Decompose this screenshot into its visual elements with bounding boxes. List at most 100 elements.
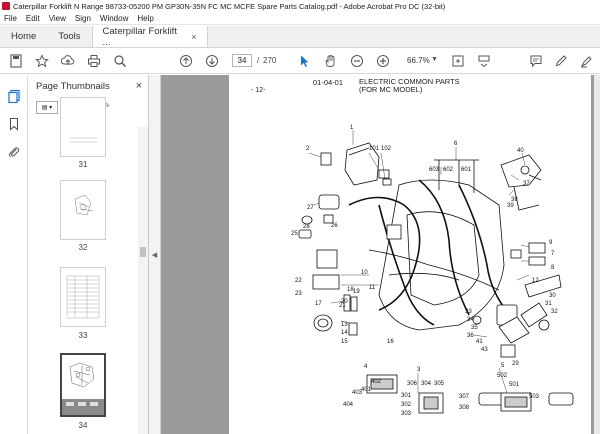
highlight-icon[interactable] [578, 53, 594, 69]
svg-text:404: 404 [343, 402, 354, 408]
collapse-panel-icon[interactable]: ◀ [152, 251, 157, 259]
svg-text:19: 19 [353, 289, 360, 295]
svg-text:8: 8 [551, 265, 555, 271]
hand-icon[interactable] [322, 53, 338, 69]
thumbnail-page-31[interactable] [60, 97, 106, 157]
pen-icon[interactable] [553, 53, 569, 69]
svg-text:101: 101 [369, 146, 380, 152]
svg-text:2: 2 [306, 146, 310, 152]
thumbnail-page-34[interactable] [60, 353, 106, 417]
tab-home[interactable]: Home [0, 26, 47, 47]
svg-text:39: 39 [507, 203, 514, 209]
svg-text:402: 402 [371, 379, 382, 385]
menu-file[interactable]: File [4, 14, 17, 23]
save-icon[interactable] [8, 53, 24, 69]
upload-icon[interactable] [60, 53, 76, 69]
page-number-input[interactable]: 34 [232, 54, 252, 67]
zoom-in-icon[interactable] [375, 53, 391, 69]
scroll-mode-icon[interactable] [476, 53, 492, 69]
tab-close-icon[interactable]: × [191, 32, 196, 42]
svg-text:5: 5 [501, 363, 505, 369]
svg-text:23: 23 [295, 291, 302, 297]
svg-text:40: 40 [517, 148, 524, 154]
main-toolbar: 34 / 270 66.7% ▼ [0, 48, 600, 74]
page-thumbnails-panel: Page Thumbnails × ▤ ▾ 🗑 ↶ ↷ 31 32 33 34 [28, 75, 149, 434]
thumbnails-close-icon[interactable]: × [136, 80, 142, 92]
zoom-level-field[interactable]: 66.7% [407, 56, 430, 65]
menu-edit[interactable]: Edit [26, 14, 40, 23]
thumbnails-header: Page Thumbnails × [28, 75, 148, 97]
svg-text:302: 302 [401, 402, 412, 408]
zoom-dropdown-icon[interactable]: ▼ [431, 56, 438, 63]
svg-text:7: 7 [551, 251, 555, 257]
svg-text:29: 29 [512, 361, 519, 367]
search-zoom-icon[interactable] [112, 53, 128, 69]
tab-tools[interactable]: Tools [47, 26, 91, 47]
svg-text:502: 502 [497, 373, 508, 379]
svg-text:21: 21 [339, 303, 346, 309]
svg-text:501: 501 [509, 382, 520, 388]
svg-text:12: 12 [532, 278, 539, 284]
svg-text:305: 305 [434, 381, 445, 387]
page-up-icon[interactable] [178, 53, 194, 69]
thumbnail-label-34: 34 [78, 421, 88, 430]
svg-text:102: 102 [381, 146, 392, 152]
bookmark-star-icon[interactable] [34, 53, 50, 69]
svg-text:1: 1 [350, 125, 354, 131]
document-scrollbar[interactable] [594, 75, 600, 434]
thumbnail-options-dropdown[interactable]: ▤ ▾ [36, 100, 58, 114]
thumbnail-label-33: 33 [78, 331, 88, 340]
thumbnail-page-32[interactable] [60, 180, 106, 240]
tab-document[interactable]: Caterpillar Forklift ... × [91, 26, 208, 48]
svg-text:11: 11 [369, 285, 376, 291]
window-title: Caterpillar Forklift N Range 98733-05200… [13, 1, 446, 11]
svg-text:304: 304 [421, 381, 432, 387]
thumbnail-label-32: 32 [78, 243, 88, 252]
svg-text:603: 603 [429, 167, 440, 173]
thumbnails-scroll-thumb[interactable] [140, 247, 146, 257]
svg-text:15: 15 [341, 339, 348, 345]
svg-text:403: 403 [352, 390, 363, 396]
zoom-out-icon[interactable] [349, 53, 365, 69]
svg-text:307: 307 [459, 394, 470, 400]
svg-text:301: 301 [401, 393, 412, 399]
thumbnails-scrollbar[interactable] [138, 127, 148, 434]
svg-text:3: 3 [417, 367, 421, 373]
svg-text:38: 38 [511, 197, 518, 203]
thumbnail-page-33[interactable] [60, 267, 106, 327]
left-navigation-rail [0, 75, 28, 434]
page-down-icon[interactable] [204, 53, 220, 69]
document-view[interactable]: 01-04-01 ELECTRIC COMMON PARTS (FOR MC M… [161, 75, 600, 434]
panel-splitter[interactable]: ◀ [149, 75, 161, 434]
svg-text:34: 34 [467, 317, 474, 323]
thumbnail-label-31: 31 [78, 160, 88, 169]
menu-window[interactable]: Window [100, 14, 128, 23]
fit-page-icon[interactable] [450, 53, 466, 69]
svg-text:602: 602 [443, 167, 454, 173]
svg-text:27: 27 [307, 205, 314, 211]
menu-bar: File Edit View Sign Window Help [0, 12, 600, 25]
attachments-icon[interactable] [7, 145, 21, 159]
svg-text:306: 306 [407, 381, 418, 387]
menu-view[interactable]: View [49, 14, 66, 23]
page-thumbnails-icon[interactable] [7, 89, 21, 104]
svg-text:33: 33 [465, 309, 472, 315]
comment-icon[interactable] [528, 53, 544, 69]
svg-text:28: 28 [303, 224, 310, 230]
acrobat-app-icon [2, 2, 10, 10]
svg-text:31: 31 [545, 301, 552, 307]
svg-text:10: 10 [361, 270, 368, 276]
select-cursor-icon[interactable] [297, 53, 313, 69]
svg-text:601: 601 [461, 167, 472, 173]
svg-text:36: 36 [467, 333, 474, 339]
print-icon[interactable] [86, 53, 102, 69]
part-2-shape [320, 152, 332, 166]
menu-help[interactable]: Help [137, 14, 153, 23]
svg-text:401: 401 [361, 387, 372, 393]
menu-sign[interactable]: Sign [75, 14, 91, 23]
bookmarks-icon[interactable] [7, 117, 21, 131]
svg-text:30: 30 [549, 293, 556, 299]
svg-text:4: 4 [364, 364, 368, 370]
svg-text:503: 503 [529, 394, 540, 400]
svg-text:14: 14 [341, 330, 348, 336]
